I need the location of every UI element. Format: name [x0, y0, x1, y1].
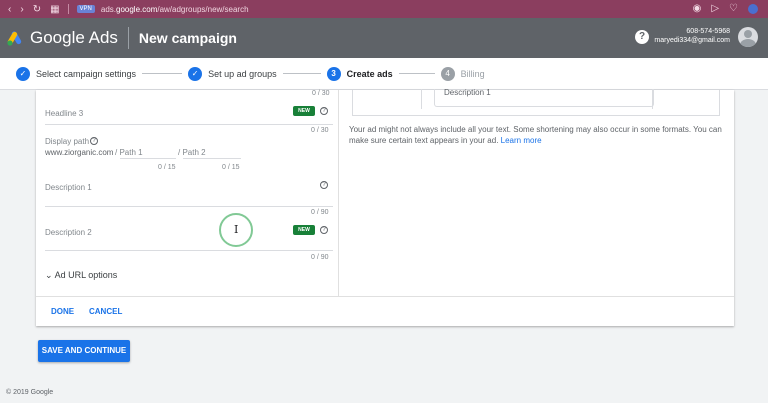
step-label: Set up ad groups — [208, 68, 277, 79]
heart-icon[interactable]: ♡ — [729, 3, 738, 14]
display-path-label: Display path — [45, 137, 90, 146]
step-connector — [142, 73, 183, 74]
path2-input[interactable]: / Path 2 — [178, 148, 206, 157]
field-underline — [183, 158, 241, 159]
check-icon: ✓ — [188, 66, 203, 81]
page-title: New campaign — [138, 30, 237, 46]
progress-stepper: ✓ Select campaign settings ✓ Set up ad g… — [0, 58, 768, 90]
cancel-button[interactable]: CANCEL — [89, 307, 122, 316]
step-billing[interactable]: 4 Billing — [440, 66, 485, 81]
camera-icon[interactable]: ◉ — [693, 3, 702, 14]
ad-form: 0 / 30 Headline 3 NEW ? 0 / 30 Display p… — [36, 90, 339, 296]
path1-input[interactable]: / Path 1 — [115, 148, 143, 157]
step-number: 3 — [326, 66, 341, 81]
path1-counter: 0 / 15 — [158, 164, 176, 171]
check-icon: ✓ — [16, 66, 30, 81]
done-button[interactable]: DONE — [51, 307, 74, 316]
help-icon[interactable]: ? — [90, 137, 98, 145]
step-label: Select campaign settings — [36, 68, 137, 79]
ad-preview: Description 1 — [352, 89, 720, 116]
field-underline — [45, 250, 333, 251]
new-badge: NEW — [293, 225, 315, 235]
browser-toolbar: ‹ › ↻ ▦ VPN ads.google.com/aw/adgroups/n… — [0, 0, 768, 18]
url-prefix: ads. — [100, 4, 116, 14]
divider — [127, 27, 129, 49]
display-path-domain: www.ziorganic.com — [45, 148, 114, 157]
headline3-top-counter: 0 / 30 — [312, 90, 330, 97]
headline3-input[interactable]: Headline 3 — [45, 109, 83, 118]
vpn-badge[interactable]: VPN — [76, 5, 95, 13]
headline3-counter: 0 / 30 — [311, 127, 329, 134]
address-bar[interactable]: ads.google.com/aw/adgroups/new/search — [101, 5, 249, 14]
ad-url-options-toggle[interactable]: ⌄ Ad URL options — [45, 270, 117, 281]
description1-input[interactable]: Description 1 — [45, 183, 92, 192]
field-underline — [45, 124, 333, 125]
step-connector — [282, 73, 321, 74]
preview-device: Description 1 — [421, 89, 654, 109]
description2-counter: 0 / 90 — [311, 254, 329, 261]
avatar[interactable] — [738, 27, 758, 47]
product-name: Google Ads — [30, 28, 118, 47]
field-underline — [45, 206, 333, 207]
google-ads-logo-icon[interactable] — [6, 29, 24, 47]
text-cursor-icon: I — [234, 223, 239, 236]
description1-counter: 0 / 90 — [311, 209, 329, 216]
help-icon[interactable]: ? — [635, 30, 649, 44]
save-and-continue-button[interactable]: SAVE AND CONTINUE — [38, 340, 130, 362]
account-email: maryedi334@gmail.com — [654, 37, 730, 44]
copyright: © 2019 Google — [6, 389, 54, 396]
card-actions: DONE CANCEL — [36, 296, 734, 326]
account-info[interactable]: 608-574-5968 maryedi334@gmail.com — [654, 27, 730, 45]
grid-icon[interactable]: ▦ — [50, 4, 59, 15]
preview-description: Description 1 — [434, 89, 654, 107]
step-label: Create ads — [346, 68, 393, 79]
url-path: /aw/adgroups/new/search — [157, 4, 249, 14]
back-icon[interactable]: ‹ — [8, 4, 11, 15]
description2-input[interactable]: Description 2 — [45, 228, 92, 237]
step-campaign-settings[interactable]: ✓ Select campaign settings — [16, 66, 137, 81]
reload-icon[interactable]: ↻ — [33, 4, 41, 15]
shortening-notice: Your ad might not always include all you… — [349, 124, 729, 146]
send-icon[interactable]: ▷ — [711, 3, 719, 14]
step-ad-groups[interactable]: ✓ Set up ad groups — [188, 66, 277, 81]
field-underline — [120, 158, 176, 159]
new-badge: NEW — [293, 106, 315, 116]
step-create-ads[interactable]: 3 Create ads — [326, 66, 393, 81]
help-icon[interactable]: ? — [320, 226, 328, 234]
ad-editor-card: 0 / 30 Headline 3 NEW ? 0 / 30 Display p… — [36, 89, 734, 326]
step-number: 4 — [440, 66, 455, 81]
app-header: Google Ads New campaign ? 608-574-5968 m… — [0, 18, 768, 58]
step-label: Billing — [460, 68, 485, 79]
url-domain: google.com — [116, 4, 158, 14]
path2-counter: 0 / 15 — [222, 164, 240, 171]
extension-icon[interactable] — [748, 3, 758, 14]
forward-icon[interactable]: › — [20, 4, 23, 15]
help-icon[interactable]: ? — [320, 107, 328, 115]
ad-url-options-label: Ad URL options — [54, 270, 118, 280]
help-icon[interactable]: ? — [320, 181, 328, 189]
step-connector — [398, 73, 435, 74]
divider — [67, 4, 69, 14]
chevron-down-icon: ⌄ — [45, 270, 53, 280]
account-phone: 608-574-5968 — [686, 28, 730, 35]
learn-more-link[interactable]: Learn more — [501, 136, 542, 145]
